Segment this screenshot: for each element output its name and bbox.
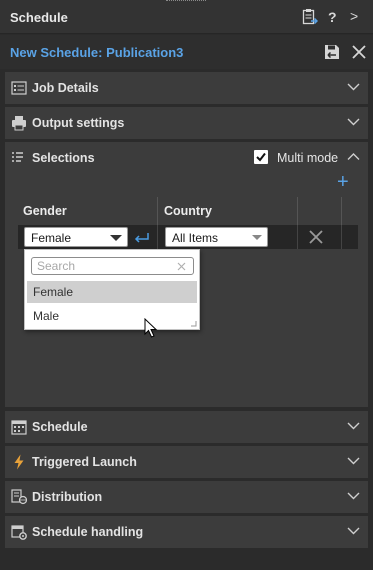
gender-dropdown: Female Male <box>24 249 200 330</box>
section-label: Schedule <box>32 420 88 434</box>
selection-grid-header: Gender Country <box>18 197 358 225</box>
country-select-value: All Items <box>172 231 219 245</box>
dropdown-option-female[interactable]: Female <box>27 281 197 303</box>
section-label: Output settings <box>32 116 125 130</box>
panel-header: Schedule ? > <box>0 0 373 34</box>
column-divider[interactable] <box>297 197 298 225</box>
section-label: Job Details <box>32 81 99 95</box>
section-label: Selections <box>32 151 95 165</box>
gender-select-value: Female <box>31 231 72 245</box>
undo-arrow-icon[interactable] <box>132 230 150 244</box>
add-selection-button[interactable]: + <box>337 172 349 192</box>
column-header-country: Country <box>164 204 212 218</box>
panel-title: Schedule <box>10 10 68 25</box>
schedule-name: New Schedule: Publication3 <box>10 45 184 60</box>
clipboard-arrow-icon[interactable] <box>302 8 318 26</box>
section-schedule-handling[interactable]: Schedule handling <box>5 516 368 548</box>
menu-lines-icon <box>12 152 23 162</box>
calendar-gear-icon <box>11 525 27 540</box>
gender-select[interactable]: Female <box>24 227 128 247</box>
checkmark-icon <box>256 152 266 162</box>
section-schedule[interactable]: Schedule <box>5 411 368 443</box>
drag-handle[interactable] <box>166 0 206 3</box>
column-header-gender: Gender <box>23 204 67 218</box>
chevron-right-icon[interactable]: > <box>350 8 358 26</box>
column-divider[interactable] <box>341 197 342 225</box>
resize-grip-icon[interactable] <box>190 320 197 327</box>
calendar-icon <box>11 420 27 435</box>
chevron-down-icon[interactable] <box>347 456 360 466</box>
chevron-down-icon[interactable] <box>347 117 360 127</box>
caret-down-icon <box>110 235 122 241</box>
schedule-title-bar: New Schedule: Publication3 <box>0 35 373 69</box>
save-icon[interactable] <box>324 44 340 60</box>
distribution-icon <box>11 489 27 505</box>
close-icon[interactable] <box>352 45 366 59</box>
country-select[interactable]: All Items <box>165 227 268 247</box>
section-selections[interactable]: Selections Multi mode <box>5 142 368 174</box>
printer-icon <box>12 116 26 131</box>
chevron-down-icon[interactable] <box>347 421 360 431</box>
chevron-down-icon[interactable] <box>347 491 360 501</box>
dropdown-option-male[interactable]: Male <box>27 305 197 327</box>
mouse-cursor-icon <box>144 318 158 338</box>
chevron-down-icon[interactable] <box>347 526 360 536</box>
section-job-details[interactable]: Job Details <box>5 72 368 104</box>
cell-divider <box>341 225 342 249</box>
clear-search-icon[interactable] <box>177 262 186 271</box>
cell-divider <box>297 225 298 249</box>
multi-mode-label: Multi mode <box>277 151 339 165</box>
chevron-down-icon[interactable] <box>347 82 360 92</box>
section-triggered-launch[interactable]: Triggered Launch <box>5 446 368 478</box>
column-divider[interactable] <box>157 197 158 225</box>
multi-mode-checkbox[interactable] <box>254 150 268 164</box>
help-icon[interactable]: ? <box>328 9 337 27</box>
section-label: Schedule handling <box>32 525 144 539</box>
caret-down-icon <box>252 235 262 240</box>
section-label: Distribution <box>32 490 103 504</box>
dropdown-search-input[interactable] <box>31 257 194 275</box>
section-label: Triggered Launch <box>32 455 137 469</box>
section-output-settings[interactable]: Output settings <box>5 107 368 139</box>
remove-row-icon[interactable] <box>309 230 323 244</box>
lightning-icon <box>14 454 24 470</box>
panel-footer <box>0 548 373 570</box>
chevron-up-icon[interactable] <box>347 152 360 162</box>
section-distribution[interactable]: Distribution <box>5 481 368 513</box>
cell-divider <box>157 225 158 249</box>
list-icon <box>11 81 27 95</box>
